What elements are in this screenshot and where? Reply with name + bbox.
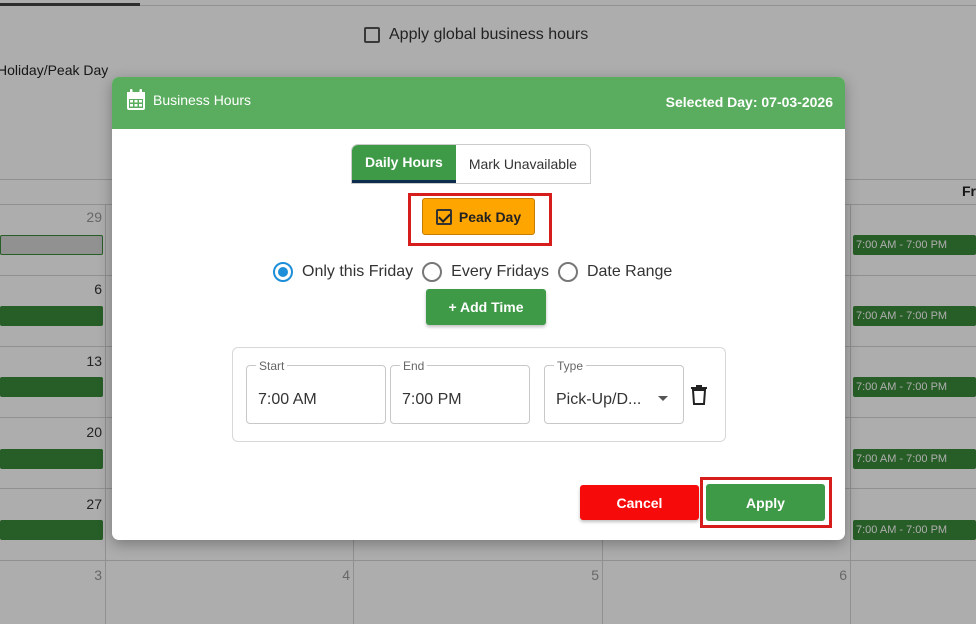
dialog-title: Business Hours — [153, 92, 252, 108]
end-time-label: End — [400, 359, 428, 373]
start-time-label: Start — [256, 359, 288, 373]
add-time-button[interactable]: + Add Time — [426, 289, 546, 325]
hours-tabs: Daily Hours Mark Unavailable — [352, 145, 590, 183]
cancel-button[interactable]: Cancel — [580, 485, 699, 520]
tab-daily-hours[interactable]: Daily Hours — [352, 145, 456, 183]
time-slot-card: Start 7:00 AM End 7:00 PM Type Pick-Up/D… — [232, 347, 726, 442]
peak-day-toggle[interactable]: Peak Day — [422, 198, 535, 235]
radio-label: Date Range — [586, 263, 673, 280]
radio-every-fridays[interactable]: Every Fridays — [422, 262, 549, 282]
type-select[interactable]: Type Pick-Up/D... — [544, 359, 684, 424]
type-label: Type — [554, 359, 587, 373]
radio-label: Only this Friday — [302, 263, 414, 280]
checkbox-checked-icon — [435, 208, 452, 225]
selected-day-label: Selected Day: 07-03-2026 — [665, 94, 833, 110]
radio-date-range[interactable]: Date Range — [557, 262, 673, 282]
dropdown-caret-icon — [658, 396, 668, 401]
peak-day-label: Peak Day — [458, 208, 522, 225]
dialog-header: Business Hours Selected Day: 07-03-2026 — [112, 77, 845, 129]
end-time-field[interactable]: End 7:00 PM — [390, 359, 530, 424]
radio-label: Every Fridays — [451, 263, 549, 280]
radio-button[interactable] — [557, 262, 578, 282]
start-time-value: 7:00 AM — [258, 391, 317, 408]
type-value: Pick-Up/D... — [556, 391, 642, 408]
radio-button[interactable] — [422, 262, 443, 282]
calendar-icon — [126, 89, 146, 116]
apply-button[interactable]: Apply — [706, 484, 825, 521]
start-time-field[interactable]: Start 7:00 AM — [246, 359, 386, 424]
radio-button-selected[interactable] — [273, 262, 293, 282]
end-time-value: 7:00 PM — [402, 391, 462, 408]
business-hours-dialog: Business Hours Selected Day: 07-03-2026 … — [112, 77, 845, 540]
tab-mark-unavailable[interactable]: Mark Unavailable — [455, 145, 590, 183]
trash-icon[interactable] — [691, 385, 707, 410]
radio-only-this-friday[interactable]: Only this Friday — [273, 262, 413, 282]
apply-scope-radio-group: Only this Friday Every Fridays Date Rang… — [273, 262, 672, 282]
